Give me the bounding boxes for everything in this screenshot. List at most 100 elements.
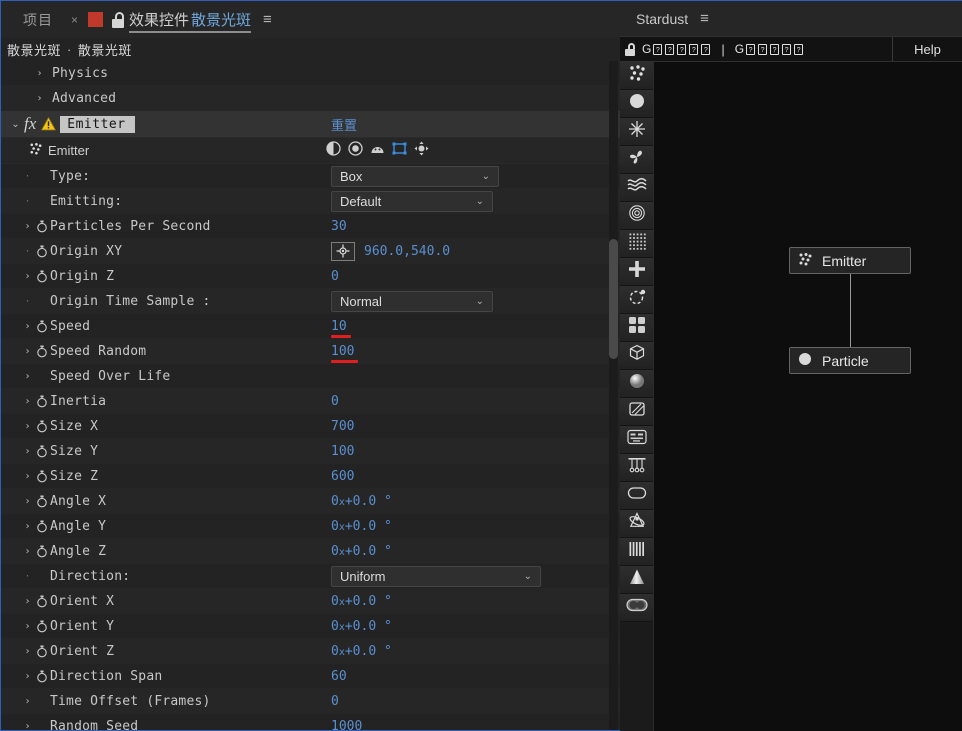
property-row[interactable]: · Origin Time Sample : Normal ⌄	[1, 289, 620, 314]
stopwatch-icon[interactable]	[34, 220, 50, 233]
twirl-icon[interactable]: ›	[21, 321, 34, 332]
property-value[interactable]: 0x+0.0 °	[331, 619, 392, 634]
twirl-icon[interactable]: ›	[33, 68, 46, 79]
stopwatch-icon[interactable]	[34, 670, 50, 683]
stopwatch-icon[interactable]	[34, 520, 50, 533]
property-select[interactable]: Uniform ⌄	[331, 565, 541, 587]
toolbar-grid-button[interactable]	[620, 230, 653, 258]
toolbar-particle-button[interactable]	[620, 90, 653, 118]
toolbar-emitter-button[interactable]	[620, 62, 653, 90]
property-value[interactable]: 100	[331, 444, 354, 459]
property-row[interactable]: › Particles Per Second 30	[1, 214, 620, 239]
property-value[interactable]: 0	[331, 394, 339, 409]
property-group-row[interactable]: › Advanced	[1, 86, 620, 111]
twirl-icon[interactable]: ›	[21, 521, 34, 532]
help-button[interactable]: Help	[892, 37, 962, 61]
origin-picker-button[interactable]	[331, 241, 355, 261]
twirl-icon[interactable]: ›	[21, 496, 34, 507]
twirl-icon[interactable]: ›	[21, 721, 34, 731]
scrollbar-thumb[interactable]	[609, 239, 618, 359]
property-value[interactable]: 600	[331, 469, 354, 484]
twirl-icon[interactable]: ›	[21, 546, 34, 557]
twirl-icon[interactable]: ›	[21, 271, 34, 282]
twirl-icon[interactable]: ›	[21, 396, 34, 407]
bounding-box-icon[interactable]	[392, 141, 407, 161]
toolbar-burst-button[interactable]	[620, 118, 653, 146]
property-value[interactable]: 0	[331, 694, 339, 709]
twirl-icon[interactable]: ·	[21, 171, 34, 182]
toolbar-cube-button[interactable]	[620, 342, 653, 370]
toolbar-blob-button[interactable]	[620, 594, 653, 622]
stopwatch-icon[interactable]	[34, 270, 50, 283]
stopwatch-icon[interactable]	[34, 395, 50, 408]
stopwatch-icon[interactable]	[34, 595, 50, 608]
twirl-icon[interactable]: ›	[21, 596, 34, 607]
stopwatch-icon[interactable]	[34, 620, 50, 633]
twirl-icon[interactable]: ›	[21, 471, 34, 482]
toolbar-atom-button[interactable]	[620, 510, 653, 538]
toolbar-textbox-button[interactable]	[620, 426, 653, 454]
property-value[interactable]: 0x+0.0 °	[331, 519, 392, 534]
property-row[interactable]: › Direction Span 60	[1, 664, 620, 689]
property-row[interactable]: › Size Y 100	[1, 439, 620, 464]
twirl-icon[interactable]: ›	[21, 696, 34, 707]
effect-name-label[interactable]: Emitter	[60, 115, 135, 133]
twirl-icon[interactable]: ›	[21, 371, 34, 382]
twirl-icon[interactable]: ·	[21, 196, 34, 207]
toolbar-wave-button[interactable]	[620, 174, 653, 202]
property-row[interactable]: › Angle Y 0x+0.0 °	[1, 514, 620, 539]
twirl-icon[interactable]: ›	[33, 93, 46, 104]
property-row[interactable]: › Inertia 0	[1, 389, 620, 414]
property-row[interactable]: · Origin XY 960.0,540.0	[1, 239, 620, 264]
tab-project[interactable]: 项目	[9, 1, 67, 38]
effect-header-row[interactable]: ⌄ fx Emitter 重置	[1, 111, 620, 138]
property-row[interactable]: · Emitting: Default ⌄	[1, 189, 620, 214]
breadcrumb-item-2[interactable]: G ? ? ? ? ?	[735, 42, 804, 56]
property-value[interactable]: 1000	[331, 719, 362, 731]
twirl-icon[interactable]: ›	[21, 421, 34, 432]
property-select[interactable]: Normal ⌄	[331, 290, 493, 312]
property-value[interactable]: 700	[331, 419, 354, 434]
toolbar-rings-button[interactable]	[620, 202, 653, 230]
fx-icon[interactable]: fx	[24, 114, 36, 134]
toolbar-squares-button[interactable]	[620, 314, 653, 342]
light-icon[interactable]	[326, 140, 341, 161]
property-row[interactable]: › Speed Over Life	[1, 364, 620, 389]
toolbar-force-button[interactable]	[620, 258, 653, 286]
twirl-icon[interactable]: ›	[21, 646, 34, 657]
tab-effect-controls[interactable]: 效果控件 散景光斑	[129, 1, 252, 38]
stopwatch-icon[interactable]	[34, 545, 50, 558]
property-row[interactable]: › Origin Z 0	[1, 264, 620, 289]
toolbar-material-button[interactable]	[620, 398, 653, 426]
stopwatch-icon[interactable]	[34, 345, 50, 358]
stardust-menu-icon[interactable]: ≡	[700, 10, 709, 27]
property-row[interactable]: · Direction: Uniform ⌄	[1, 564, 620, 589]
lock-icon[interactable]	[111, 11, 125, 28]
property-value[interactable]: 960.0,540.0	[364, 244, 450, 259]
toolbar-cone-button[interactable]	[620, 566, 653, 594]
property-value[interactable]: 0x+0.0 °	[331, 544, 392, 559]
property-row[interactable]: › Speed 10	[1, 314, 620, 339]
twirl-icon[interactable]: ›	[21, 446, 34, 457]
toolbar-strings-button[interactable]	[620, 454, 653, 482]
property-row[interactable]: › Angle X 0x+0.0 °	[1, 489, 620, 514]
scrollbar-track[interactable]	[609, 61, 618, 730]
toolbar-turbulence-button[interactable]	[620, 146, 653, 174]
close-icon[interactable]: ×	[67, 13, 82, 27]
twirl-icon[interactable]: ›	[21, 346, 34, 357]
property-row[interactable]: › Random Seed 1000	[1, 714, 620, 731]
property-row[interactable]: › Angle Z 0x+0.0 °	[1, 539, 620, 564]
property-select[interactable]: Default ⌄	[331, 190, 493, 212]
property-row[interactable]: › Orient Y 0x+0.0 °	[1, 614, 620, 639]
twirl-icon[interactable]: ›	[21, 221, 34, 232]
property-row[interactable]: › Size X 700	[1, 414, 620, 439]
toolbar-bars-button[interactable]	[620, 538, 653, 566]
panel-menu-icon[interactable]: ≡	[263, 11, 272, 28]
property-value[interactable]: 100	[331, 344, 354, 359]
property-row[interactable]: › Orient Z 0x+0.0 °	[1, 639, 620, 664]
property-row[interactable]: › Time Offset (Frames) 0	[1, 689, 620, 714]
emitter-node-row[interactable]: Emitter	[1, 138, 620, 164]
property-value[interactable]: 30	[331, 219, 347, 234]
property-row[interactable]: · Type: Box ⌄	[1, 164, 620, 189]
reset-link[interactable]: 重置	[331, 115, 357, 134]
